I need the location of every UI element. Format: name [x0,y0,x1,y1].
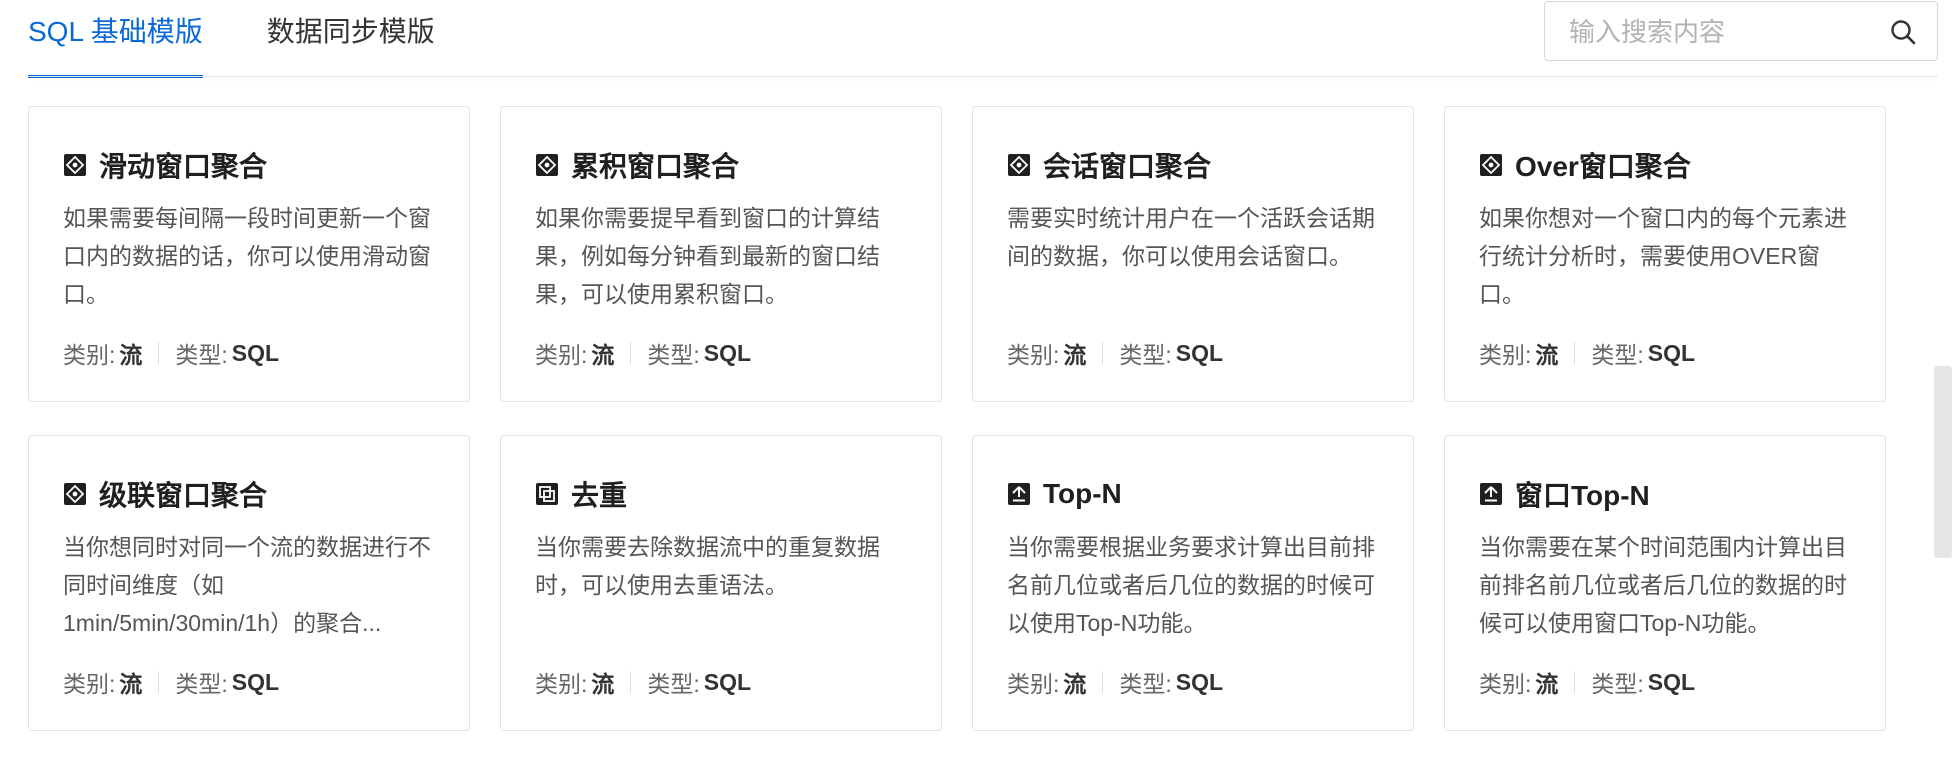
template-tabs: SQL 基础模版 数据同步模版 [28,0,499,78]
meta-separator [158,342,160,364]
card-description: 如果你需要提早看到窗口的计算结果，例如每分钟看到最新的窗口结果，可以使用累积窗口… [535,205,880,307]
top-n-icon [1480,483,1502,505]
top-bar: SQL 基础模版 数据同步模版 [0,0,1954,78]
scrollbar-thumb[interactable] [1934,366,1952,558]
dedup-icon [536,483,558,505]
card-description: 如果你想对一个窗口内的每个元素进行统计分析时，需要使用OVER窗口。 [1479,205,1847,307]
category-label: 类别: [1007,342,1060,368]
card-meta: 类别: 流 类型: SQL [1007,662,1223,702]
card-title-text: 会话窗口聚合 [1043,151,1212,182]
card-title-text: 去重 [571,480,628,511]
type-label: 类型: [647,671,700,697]
type-label: 类型: [1119,342,1172,368]
card-title: Over窗口聚合 [1479,145,1691,185]
card-title: 去重 [535,474,627,514]
card-title: 会话窗口聚合 [1007,145,1211,185]
meta-separator [158,671,160,693]
category-value: 流 [1063,671,1087,697]
card-title-text: 级联窗口聚合 [99,480,268,511]
category-value: 流 [591,342,615,368]
window-icon [536,154,558,176]
card-meta: 类别: 流 类型: SQL [63,662,279,702]
type-label: 类型: [1591,342,1644,368]
card-meta: 类别: 流 类型: SQL [535,333,751,373]
template-card[interactable]: 滑动窗口聚合 如果需要每间隔一段时间更新一个窗口内的数据的话，你可以使用滑动窗口… [28,106,470,402]
type-label: 类型: [175,342,228,368]
window-icon [1008,154,1030,176]
search-box[interactable] [1544,1,1938,62]
meta-separator [1102,671,1104,693]
card-title-text: Over窗口聚合 [1515,151,1691,182]
window-icon [64,154,86,176]
type-value: SQL [231,668,280,695]
type-label: 类型: [1591,671,1644,697]
template-card[interactable]: 窗口Top-N 当你需要在某个时间范围内计算出目前排名前几位或者后几位的数据的时… [1444,435,1886,731]
type-value: SQL [1175,339,1224,366]
meta-separator [630,342,632,364]
card-description: 当你需要去除数据流中的重复数据时，可以使用去重语法。 [535,534,880,598]
card-meta: 类别: 流 类型: SQL [1479,662,1695,702]
search-icon[interactable] [1889,18,1917,46]
card-meta: 类别: 流 类型: SQL [535,662,751,702]
card-description: 当你需要在某个时间范围内计算出目前排名前几位或者后几位的数据的时候可以使用窗口T… [1479,534,1847,636]
meta-separator [1574,342,1576,364]
card-description: 需要实时统计用户在一个活跃会话期间的数据，你可以使用会话窗口。 [1007,205,1375,269]
category-label: 类别: [535,342,588,368]
template-card[interactable]: 去重 当你需要去除数据流中的重复数据时，可以使用去重语法。 类别: 流 类型: … [500,435,942,731]
template-card[interactable]: 级联窗口聚合 当你想同时对同一个流的数据进行不同时间维度（如1min/5min/… [28,435,470,731]
card-title-text: 累积窗口聚合 [571,151,740,182]
category-value: 流 [119,671,143,697]
meta-separator [630,671,632,693]
card-title: 窗口Top-N [1479,474,1650,514]
type-value: SQL [231,339,280,366]
category-value: 流 [1535,671,1559,697]
template-card[interactable]: Over窗口聚合 如果你想对一个窗口内的每个元素进行统计分析时，需要使用OVER… [1444,106,1886,402]
category-label: 类别: [535,671,588,697]
category-value: 流 [591,671,615,697]
category-label: 类别: [63,342,116,368]
type-label: 类型: [1119,671,1172,697]
template-card[interactable]: 会话窗口聚合 需要实时统计用户在一个活跃会话期间的数据，你可以使用会话窗口。 类… [972,106,1414,402]
category-value: 流 [119,342,143,368]
type-label: 类型: [647,342,700,368]
tab-sql-basic[interactable]: SQL 基础模版 [28,0,203,78]
card-title: 滑动窗口聚合 [63,145,267,185]
type-value: SQL [1647,339,1696,366]
template-card[interactable]: 累积窗口聚合 如果你需要提早看到窗口的计算结果，例如每分钟看到最新的窗口结果，可… [500,106,942,402]
card-meta: 类别: 流 类型: SQL [1007,333,1223,373]
card-title-text: Top-N [1043,478,1122,509]
card-title: Top-N [1007,474,1122,514]
type-value: SQL [1175,668,1224,695]
category-value: 流 [1063,342,1087,368]
type-label: 类型: [175,671,228,697]
window-icon [1480,154,1502,176]
type-value: SQL [703,339,752,366]
template-card[interactable]: Top-N 当你需要根据业务要求计算出目前排名前几位或者后几位的数据的时候可以使… [972,435,1414,731]
top-n-icon [1008,483,1030,505]
card-meta: 类别: 流 类型: SQL [63,333,279,373]
search-input[interactable] [1567,2,1891,62]
category-label: 类别: [1479,671,1532,697]
type-value: SQL [1647,668,1696,695]
card-description: 当你需要根据业务要求计算出目前排名前几位或者后几位的数据的时候可以使用Top-N… [1007,534,1375,636]
card-description: 当你想同时对同一个流的数据进行不同时间维度（如1min/5min/30min/1… [63,534,431,636]
card-title-text: 窗口Top-N [1515,480,1650,511]
window-icon [64,483,86,505]
card-meta: 类别: 流 类型: SQL [1479,333,1695,373]
tab-divider [28,76,1938,77]
card-title: 级联窗口聚合 [63,474,267,514]
meta-separator [1102,342,1104,364]
category-label: 类别: [1007,671,1060,697]
category-label: 类别: [1479,342,1532,368]
type-value: SQL [703,668,752,695]
category-label: 类别: [63,671,116,697]
category-value: 流 [1535,342,1559,368]
tab-data-sync[interactable]: 数据同步模版 [267,0,435,78]
card-description: 如果需要每间隔一段时间更新一个窗口内的数据的话，你可以使用滑动窗口。 [63,205,431,307]
meta-separator [1574,671,1576,693]
card-title: 累积窗口聚合 [535,145,739,185]
card-title-text: 滑动窗口聚合 [99,151,268,182]
